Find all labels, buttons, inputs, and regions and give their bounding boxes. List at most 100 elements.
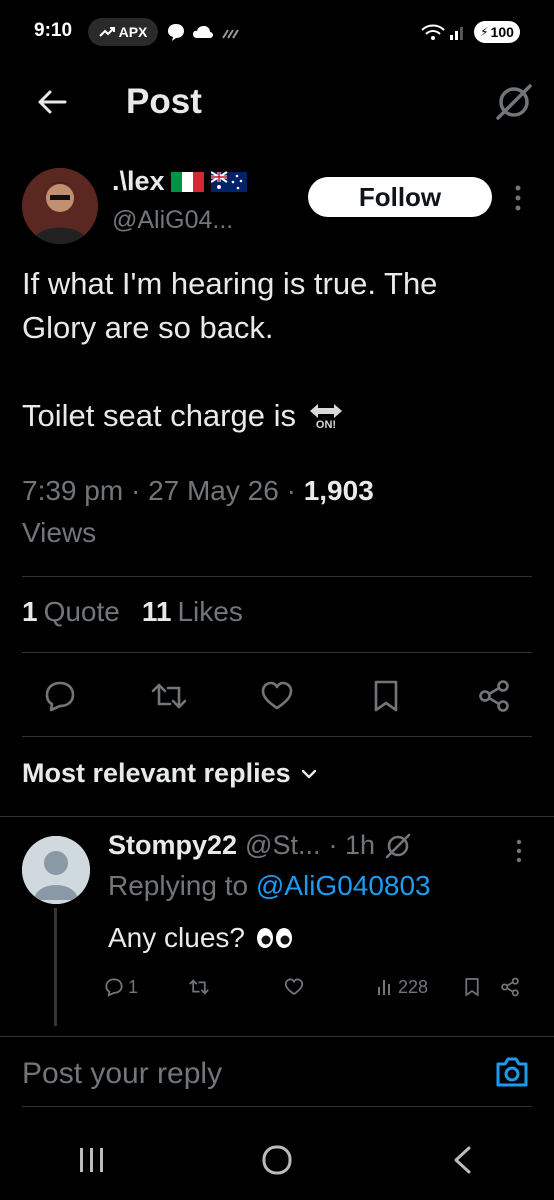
like-button[interactable]	[253, 672, 301, 720]
reply-author-handle[interactable]: @St...	[245, 830, 320, 861]
views-count: 1,903	[303, 475, 374, 506]
trending-icon	[98, 27, 115, 37]
bookmark-icon	[374, 680, 397, 712]
author-avatar[interactable]	[22, 168, 98, 244]
share-icon	[501, 977, 519, 997]
reply-compose-input[interactable]	[22, 1052, 462, 1096]
quote-label: Quote	[43, 596, 120, 627]
author-handle[interactable]: @AliG04...	[112, 206, 233, 235]
share-icon	[479, 680, 509, 712]
more-vertical-icon	[516, 839, 522, 863]
meta-separator: ·	[130, 475, 141, 506]
divider	[0, 816, 554, 817]
on-emoji-label: ON!	[315, 418, 337, 431]
more-vertical-icon	[515, 185, 521, 211]
reply-share-button[interactable]	[500, 977, 520, 997]
chevron-left-icon	[454, 1146, 471, 1174]
repost-icon	[151, 683, 186, 709]
home-icon	[262, 1145, 292, 1175]
quotes-stat[interactable]: 1 Quote	[22, 596, 120, 628]
more-options-button[interactable]	[508, 180, 528, 216]
system-back-button[interactable]	[432, 1130, 492, 1190]
likes-label: Likes	[177, 596, 243, 627]
post-text-line-3-text: Toilet seat charge is	[22, 398, 296, 433]
reply-more-options-button[interactable]	[512, 836, 526, 866]
post-text: If what I'm hearing is true. The Glory a…	[22, 262, 542, 438]
cloud-icon	[193, 26, 213, 38]
post-date[interactable]: 27 May 26	[148, 475, 279, 506]
reply-reply-button[interactable]: 1	[104, 977, 188, 998]
reply-text: Any clues?	[108, 922, 245, 953]
grok-icon[interactable]	[383, 831, 413, 861]
reply-bookmark-button[interactable]	[464, 977, 500, 997]
divider	[22, 1106, 532, 1107]
post-action-bar	[22, 670, 532, 722]
bookmark-button[interactable]	[362, 672, 410, 720]
post-stats: 1 Quote 11 Likes	[22, 596, 243, 628]
chevron-down-icon	[301, 769, 316, 778]
back-button[interactable]	[30, 80, 74, 124]
page-title: Post	[126, 82, 202, 121]
apx-label: APX	[118, 24, 148, 40]
italy-flag-icon	[170, 171, 204, 192]
replying-to-link[interactable]: @AliG040803	[256, 870, 431, 901]
reply-like-button[interactable]	[284, 977, 376, 997]
thread-line	[54, 908, 57, 1026]
australia-flag-icon	[210, 170, 247, 192]
repost-button[interactable]	[145, 672, 193, 720]
reply-action-bar: 1 228	[104, 970, 534, 1004]
heart-icon	[284, 978, 304, 996]
chat-bubble-icon	[168, 24, 184, 41]
share-button[interactable]	[470, 672, 518, 720]
divider	[22, 736, 532, 737]
heart-icon	[261, 681, 293, 710]
grok-button[interactable]	[492, 80, 536, 124]
status-bar: 9:10 APX ⚡ 100	[0, 0, 554, 64]
reply-time[interactable]: · 1h	[328, 830, 375, 861]
camera-icon	[496, 1057, 528, 1087]
follow-button[interactable]: Follow	[308, 177, 492, 217]
left-right-arrow-icon	[309, 403, 342, 418]
post-meta: 7:39 pm · 27 May 26 · 1,903 Views	[22, 470, 542, 554]
battery-indicator: ⚡ 100	[474, 21, 520, 43]
reply-author-name[interactable]: Stompy22	[108, 830, 237, 861]
avatar-photo	[22, 168, 98, 244]
views-label: Views	[22, 517, 97, 548]
author-display-name[interactable]: .\lex	[112, 166, 165, 197]
reply-avatar[interactable]	[22, 836, 90, 904]
divider	[0, 1036, 554, 1037]
post-text-blank	[22, 350, 542, 394]
reply-reply-count: 1	[128, 976, 139, 997]
reply-button[interactable]	[36, 672, 84, 720]
post-text-line-2: Glory are so back.	[22, 310, 274, 345]
divider	[22, 576, 532, 577]
eyes-emoji-icon	[256, 928, 292, 948]
reply-repost-button[interactable]	[188, 977, 284, 997]
replies-sort-dropdown[interactable]: Most relevant replies	[22, 758, 317, 789]
battery-level: 100	[490, 24, 514, 40]
notification-icons	[166, 22, 242, 42]
meta-separator-2: ·	[286, 475, 296, 506]
recent-apps-icon	[80, 1148, 104, 1172]
reply-icon	[105, 978, 123, 997]
camera-button[interactable]	[494, 1054, 530, 1090]
post-time[interactable]: 7:39 pm	[22, 475, 123, 506]
views-bar-chart-icon	[378, 980, 390, 995]
reply-header: Stompy22 @St... · 1h	[108, 830, 413, 861]
author-name-row[interactable]: .\lex	[112, 166, 247, 197]
reply-icon	[45, 681, 75, 712]
reply-views-button[interactable]: 228	[376, 977, 464, 998]
on-arrow-emoji: ON!	[308, 402, 344, 431]
post-text-line-3: Toilet seat charge is ON!	[22, 394, 542, 438]
likes-stat[interactable]: 11 Likes	[142, 596, 243, 628]
home-button[interactable]	[247, 1130, 307, 1190]
reply-view-count: 228	[398, 976, 429, 997]
repost-icon	[189, 979, 209, 995]
replying-to-prefix: Replying to	[108, 870, 249, 901]
quote-count: 1	[22, 596, 38, 627]
divider	[22, 652, 532, 653]
system-nav-bar	[0, 1120, 554, 1200]
post-text-line-1: If what I'm hearing is true. The	[22, 266, 438, 301]
apx-indicator: APX	[88, 18, 158, 46]
recent-apps-button[interactable]	[62, 1130, 122, 1190]
